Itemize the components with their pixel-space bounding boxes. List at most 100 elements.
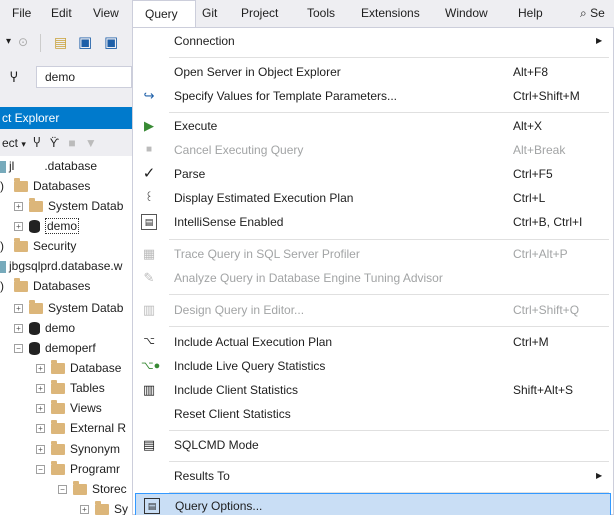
menu-item-cancel-executing[interactable]: ■ Cancel Executing Query Alt+Break bbox=[133, 138, 613, 162]
tree-databases[interactable]: ) Databases bbox=[0, 276, 90, 296]
live-stats-icon: ⌥● bbox=[141, 360, 161, 372]
available-databases-combo[interactable]: demo bbox=[36, 66, 132, 88]
menu-separator bbox=[169, 57, 609, 58]
actual-plan-icon: ⌥ bbox=[143, 336, 155, 347]
menu-item-parse[interactable]: ✓ Parse Ctrl+F5 bbox=[133, 162, 613, 186]
tree-server-jl[interactable]: jl .database bbox=[0, 156, 97, 176]
menu-item-open-server[interactable]: Open Server in Object Explorer Alt+F8 bbox=[133, 60, 613, 84]
tree-security[interactable]: ) Security bbox=[0, 236, 76, 256]
query-menu-dropdown: Connection ▶ Open Server in Object Explo… bbox=[132, 27, 614, 515]
menu-extensions[interactable]: Extensions bbox=[361, 0, 420, 27]
menu-item-specify-template-values[interactable]: ↪ Specify Values for Template Parameters… bbox=[133, 84, 613, 108]
expand-icon[interactable]: + bbox=[14, 324, 23, 334]
menu-separator bbox=[169, 430, 609, 431]
tree-views[interactable]: + Views bbox=[36, 398, 102, 418]
connect-button[interactable]: ect bbox=[2, 136, 18, 150]
menu-item-trace-profiler[interactable]: ▦ Trace Query in SQL Server Profiler Ctr… bbox=[133, 242, 613, 266]
tree-server-jbgsqlprd[interactable]: jbgsqlprd.database.w bbox=[0, 256, 122, 276]
menu-window[interactable]: Window bbox=[445, 0, 488, 27]
menu-item-design-query[interactable]: ▥ Design Query in Editor... Ctrl+Shift+Q bbox=[133, 298, 613, 322]
menu-edit[interactable]: Edit bbox=[51, 0, 72, 27]
menu-file[interactable]: File bbox=[12, 0, 31, 27]
server-icon bbox=[0, 160, 6, 173]
save-all-icon[interactable]: ▣ bbox=[104, 33, 118, 51]
dropdown-arrow-icon[interactable]: ▾ bbox=[21, 139, 26, 149]
menu-tools[interactable]: Tools bbox=[307, 0, 335, 27]
menu-query[interactable]: Query bbox=[132, 0, 196, 27]
folder-icon bbox=[51, 360, 65, 375]
intellisense-toggle-icon: ▤ bbox=[141, 214, 157, 230]
folder-icon bbox=[51, 400, 65, 415]
tree-system-stored-procedures[interactable]: + Sy bbox=[80, 499, 128, 515]
expand-icon[interactable]: + bbox=[14, 222, 23, 232]
menu-item-include-actual-plan[interactable]: ⌥ Include Actual Execution Plan Ctrl+M bbox=[133, 330, 613, 354]
expand-icon[interactable]: + bbox=[36, 364, 45, 374]
folder-icon bbox=[14, 238, 28, 253]
object-explorer-tree: jl .database ) Databases + System Datab + de… bbox=[0, 156, 138, 515]
tree-programmability[interactable]: − Programr bbox=[36, 459, 120, 479]
menu-separator bbox=[169, 294, 609, 295]
menu-view[interactable]: View bbox=[93, 0, 119, 27]
expand-icon[interactable]: + bbox=[14, 202, 23, 212]
tree-system-databases[interactable]: + System Datab bbox=[14, 196, 123, 216]
server-icon bbox=[0, 260, 6, 273]
folder-icon bbox=[51, 441, 65, 456]
tree-system-databases[interactable]: + System Datab bbox=[14, 298, 123, 318]
collapse-icon[interactable]: − bbox=[14, 344, 23, 354]
tree-external-resources[interactable]: + External R bbox=[36, 418, 126, 438]
folder-icon bbox=[95, 501, 109, 515]
submenu-arrow-icon: ▶ bbox=[596, 471, 603, 480]
query-designer-icon: ▥ bbox=[142, 302, 156, 317]
tree-db-demoperf[interactable]: − demoperf bbox=[14, 338, 96, 358]
menu-item-results-to[interactable]: Results To ▶ bbox=[133, 464, 613, 488]
connect-plug-icon[interactable]: Ⴤ bbox=[33, 136, 40, 150]
tree-synonyms[interactable]: + Synonym bbox=[36, 439, 120, 459]
menu-bar: File Edit View Query Git Project Tools E… bbox=[0, 0, 614, 27]
menu-item-intellisense[interactable]: ▤ IntelliSense Enabled Ctrl+B, Ctrl+I bbox=[133, 210, 613, 234]
open-file-icon[interactable]: ▤ bbox=[54, 34, 67, 51]
tree-stored-procedures[interactable]: − Storec bbox=[58, 479, 127, 499]
expand-icon[interactable]: + bbox=[36, 445, 45, 455]
tree-db-demo[interactable]: + demo bbox=[14, 216, 80, 236]
tree-database-diagrams[interactable]: + Database bbox=[36, 358, 121, 378]
object-explorer-title: ct Explorer bbox=[0, 107, 138, 129]
tree-db-demo[interactable]: + demo bbox=[14, 318, 75, 338]
filter-icon[interactable]: ▼ bbox=[85, 136, 97, 150]
search-icon: ⌕ bbox=[580, 6, 587, 20]
sqlcmd-icon: ▤ bbox=[142, 437, 156, 452]
menu-item-display-estimated-plan[interactable]: ꒰ Display Estimated Execution Plan Ctrl+… bbox=[133, 186, 613, 210]
expand-icon[interactable]: + bbox=[80, 505, 89, 515]
menu-git[interactable]: Git bbox=[202, 0, 217, 27]
menu-item-sqlcmd-mode[interactable]: ▤ SQLCMD Mode bbox=[133, 433, 613, 457]
menu-item-include-client-stats[interactable]: ▥ Include Client Statistics Shift+Alt+S bbox=[133, 378, 613, 402]
menu-item-analyze-tuning-advisor[interactable]: ✎ Analyze Query in Database Engine Tunin… bbox=[133, 266, 613, 290]
stop-icon[interactable]: ■ bbox=[68, 136, 75, 150]
tree-tables[interactable]: + Tables bbox=[36, 378, 105, 398]
menu-item-reset-client-stats[interactable]: Reset Client Statistics bbox=[133, 402, 613, 426]
menu-project[interactable]: Project bbox=[241, 0, 278, 27]
menu-item-query-options[interactable]: ▤ Query Options... bbox=[135, 493, 611, 515]
disconnect-icon[interactable]: ϔ bbox=[50, 136, 59, 150]
menu-item-include-live-stats[interactable]: ⌥● Include Live Query Statistics bbox=[133, 354, 613, 378]
folder-icon bbox=[73, 481, 87, 496]
menu-help[interactable]: Help bbox=[518, 0, 543, 27]
save-icon[interactable]: ▣ bbox=[78, 33, 92, 51]
collapse-icon[interactable]: − bbox=[36, 465, 45, 475]
expand-icon[interactable]: + bbox=[36, 384, 45, 394]
expand-icon[interactable]: + bbox=[36, 424, 45, 434]
menu-item-connection[interactable]: Connection ▶ bbox=[133, 29, 613, 53]
folder-icon bbox=[14, 278, 28, 293]
toolbar-divider bbox=[40, 34, 41, 52]
tree-databases[interactable]: ) Databases bbox=[0, 176, 90, 196]
search-box[interactable]: ⌕ Se bbox=[580, 0, 605, 27]
execute-play-icon: ▶ bbox=[144, 118, 154, 133]
dropdown-arrow-icon[interactable]: ▾ bbox=[6, 36, 11, 47]
forward-icon[interactable]: ⊙ bbox=[18, 35, 28, 49]
expand-icon[interactable]: + bbox=[36, 404, 45, 414]
client-stats-icon: ▥ bbox=[142, 382, 156, 397]
collapse-icon[interactable]: − bbox=[58, 485, 67, 495]
expand-icon[interactable]: + bbox=[14, 304, 23, 314]
folder-icon bbox=[14, 178, 28, 193]
connect-plug-icon[interactable]: Ⴤ bbox=[10, 70, 18, 86]
menu-item-execute[interactable]: ▶ Execute Alt+X bbox=[133, 114, 613, 138]
